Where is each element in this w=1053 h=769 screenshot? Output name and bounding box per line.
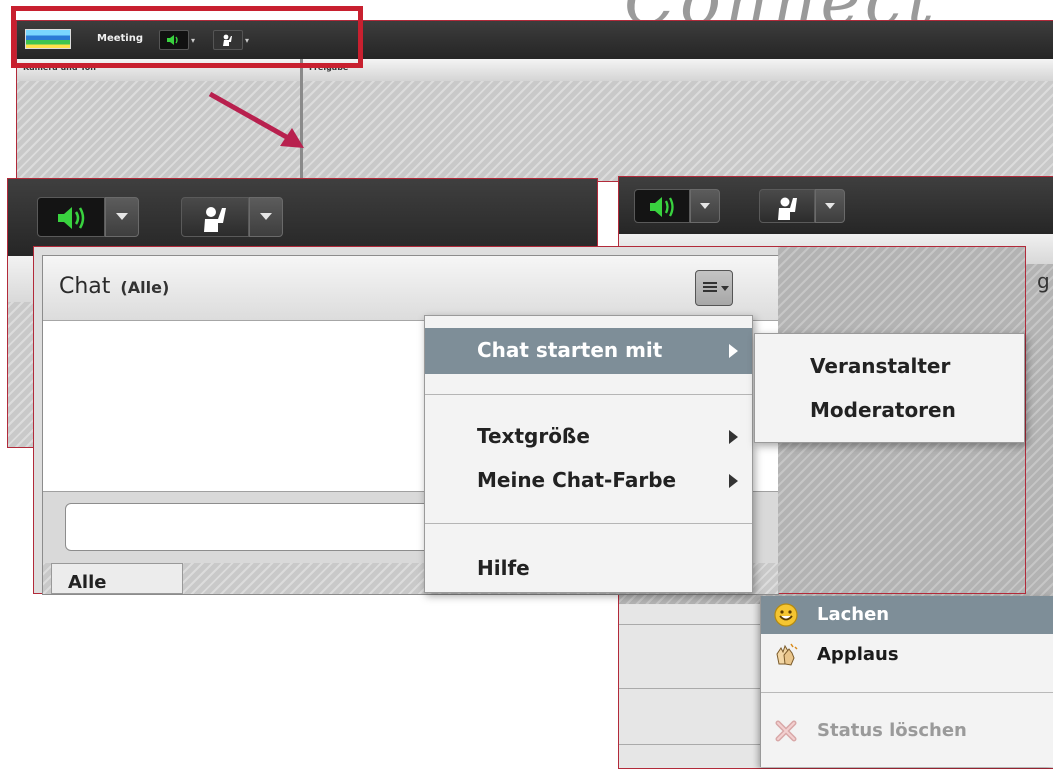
status-item-label: Lachen [817, 604, 890, 625]
audio-button[interactable] [634, 189, 690, 223]
status-item-laugh[interactable]: Lachen [761, 596, 1053, 634]
status-item-label: Status löschen [817, 720, 967, 741]
arrow-icon [208, 91, 304, 148]
status-item-clear: Status löschen [761, 712, 1053, 750]
menu-separator [425, 523, 752, 524]
menu-separator [761, 692, 1053, 693]
menu-item-chat-color[interactable]: Meine Chat-Farbe [425, 458, 752, 504]
audio-dropdown[interactable] [105, 197, 139, 237]
status-menu: Lachen Applaus Status löschen [760, 596, 1053, 767]
menu-separator [425, 394, 752, 395]
audio-button[interactable] [37, 197, 105, 237]
menu-item-label: Chat starten mit [477, 338, 663, 362]
chat-title-text: Chat [59, 274, 111, 299]
menu-lines-icon [703, 282, 717, 292]
menu-item-label: Textgröße [477, 424, 590, 448]
partial-pane-label: g [1037, 269, 1050, 293]
menu-item-text-size[interactable]: Textgröße [425, 414, 752, 460]
applause-icon [776, 643, 798, 666]
speaker-icon [650, 197, 674, 217]
chevron-right-icon [729, 344, 738, 358]
menu-item-start-chat[interactable]: Chat starten mit [425, 328, 752, 374]
chevron-down-icon [721, 286, 729, 291]
row-divider [619, 624, 769, 625]
row-divider [619, 744, 769, 745]
submenu-item-presenters[interactable]: Moderatoren [755, 386, 1024, 428]
chat-message-input[interactable] [65, 503, 445, 551]
submenu-item-label: Moderatoren [810, 398, 956, 422]
toolbar-bar [8, 179, 597, 256]
menu-item-help[interactable]: Hilfe [425, 546, 752, 592]
tab-all[interactable]: Alle [51, 563, 183, 594]
chat-options-menu: Chat starten mit Textgröße Meine Chat-Fa… [424, 315, 753, 593]
share-pane [303, 81, 1053, 181]
status-dropdown[interactable] [249, 197, 283, 237]
status-dropdown[interactable] [815, 189, 845, 223]
pane-header-share: Freigabe [303, 59, 1053, 82]
status-item-label: Applaus [817, 644, 899, 665]
submenu-item-hosts[interactable]: Veranstalter [755, 342, 1024, 384]
highlight-frame [11, 6, 363, 68]
status-button[interactable] [759, 189, 815, 223]
menu-item-label: Meine Chat-Farbe [477, 468, 677, 492]
pod-options-button[interactable] [695, 270, 733, 306]
chat-scope: (Alle) [120, 278, 170, 297]
chat-header: Chat (Alle) [43, 256, 778, 321]
raised-hand-icon [204, 207, 226, 232]
clear-status-icon [775, 720, 797, 742]
status-button[interactable] [181, 197, 249, 237]
tab-all-label: Alle [68, 572, 107, 593]
raised-hand-icon [778, 197, 797, 220]
menu-item-label: Hilfe [477, 556, 530, 580]
row-divider [619, 688, 769, 689]
status-item-applause[interactable]: Applaus [761, 636, 1053, 674]
audio-dropdown[interactable] [690, 189, 720, 223]
submenu-item-label: Veranstalter [810, 354, 951, 378]
speaker-icon [58, 207, 85, 229]
smiley-icon [774, 603, 798, 627]
chevron-right-icon [729, 430, 738, 444]
toolbar-bar [619, 177, 1053, 234]
chat-title: Chat (Alle) [59, 274, 169, 299]
chevron-right-icon [729, 474, 738, 488]
start-chat-submenu: Veranstalter Moderatoren [754, 333, 1025, 443]
